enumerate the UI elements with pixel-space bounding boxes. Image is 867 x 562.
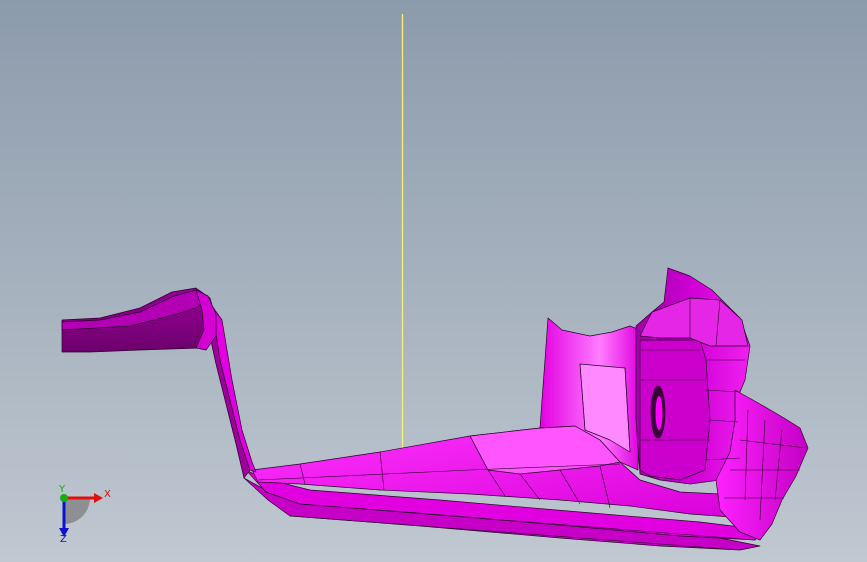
right-tower-face — [639, 339, 711, 481]
magenta-part-model[interactable] — [61, 267, 809, 551]
triad-shadow — [64, 498, 90, 524]
y-axis-label: Y — [58, 484, 66, 495]
z-axis-label: Z — [60, 534, 67, 545]
left-riser-face — [211, 305, 257, 473]
model-scene[interactable]: X Y Z — [0, 0, 867, 562]
3d-viewport[interactable]: X Y Z — [0, 0, 867, 562]
slot-hole-inner — [655, 396, 663, 430]
axis-triad: X Y Z — [58, 484, 111, 545]
y-axis-dot-icon — [60, 494, 68, 502]
x-axis-label: X — [104, 489, 111, 500]
x-axis-arrow-icon — [94, 493, 103, 503]
